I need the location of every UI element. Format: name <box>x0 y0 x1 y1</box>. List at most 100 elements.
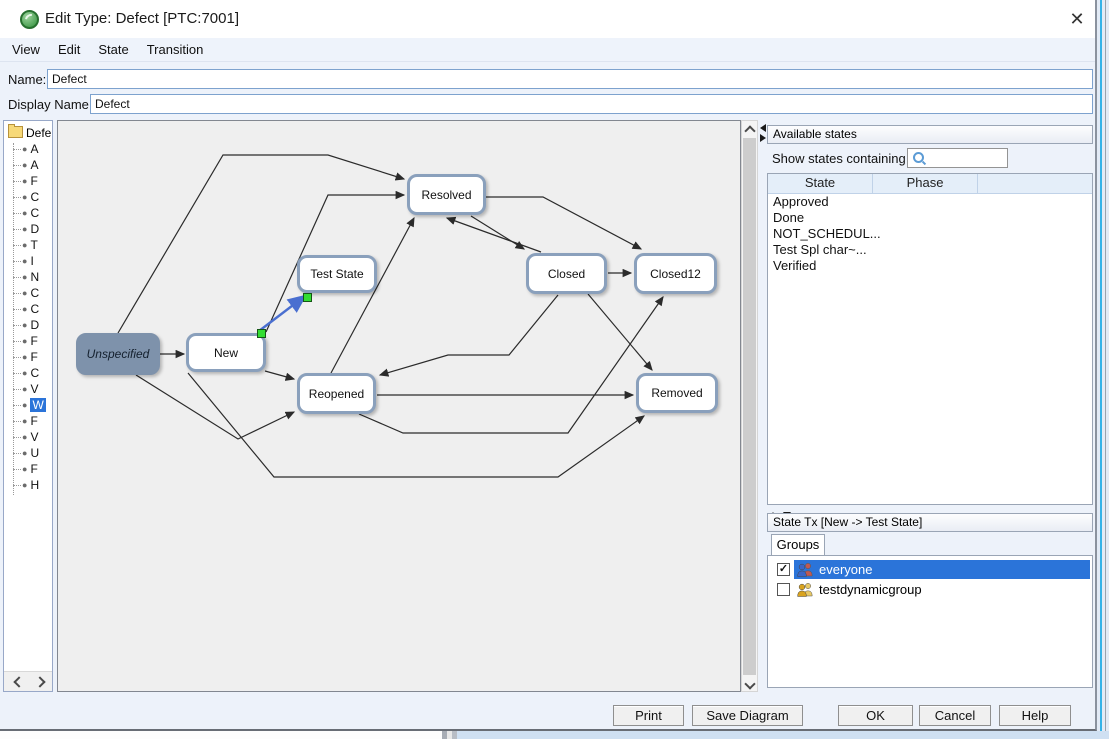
transition-new-to-test-state[interactable] <box>259 296 305 331</box>
transition-closed-to-resolved[interactable] <box>447 218 541 252</box>
menu-state[interactable]: State <box>92 38 134 61</box>
state-node-unspecified[interactable]: Unspecified <box>76 333 160 375</box>
tree-branch-line <box>13 325 21 326</box>
transition-unspecified-to-resolved[interactable] <box>118 155 404 333</box>
tree-item[interactable]: ●F <box>4 349 52 365</box>
edge-selection-handle[interactable] <box>303 293 312 302</box>
state-node-reopened[interactable]: Reopened <box>297 373 376 414</box>
tree-item-label: C <box>30 286 39 300</box>
group-entry[interactable]: everyone <box>794 560 1090 579</box>
state-node-closed12[interactable]: Closed12 <box>634 253 717 294</box>
tree-item[interactable]: ●T <box>4 237 52 253</box>
group-row[interactable]: testdynamicgroup <box>770 580 1090 599</box>
state-node-resolved[interactable]: Resolved <box>407 174 486 215</box>
tree-item[interactable]: ●F <box>4 173 52 189</box>
tree-item-label: T <box>30 238 37 252</box>
tab-groups[interactable]: Groups <box>771 534 825 556</box>
transition-unspecified-to-reopened[interactable] <box>136 375 294 439</box>
column-header-state[interactable]: State <box>768 174 873 193</box>
group-name: testdynamicgroup <box>819 582 922 597</box>
tree-item[interactable]: ●F <box>4 413 52 429</box>
state-node-removed[interactable]: Removed <box>636 373 718 413</box>
tree-item-label: W <box>30 398 45 412</box>
tree-item[interactable]: ●N <box>4 269 52 285</box>
tree-item[interactable]: ●C <box>4 285 52 301</box>
state-row[interactable]: Verified <box>768 258 1092 274</box>
menu-edit[interactable]: Edit <box>52 38 86 61</box>
available-states-header: Available states <box>767 125 1093 144</box>
transition-reopened-to-resolved[interactable] <box>331 218 414 373</box>
canvas-vertical-scrollbar[interactable] <box>741 120 758 692</box>
group-checkbox[interactable] <box>777 583 790 596</box>
tree-item[interactable]: ●A <box>4 141 52 157</box>
group-row[interactable]: ✓ everyone <box>770 560 1090 579</box>
collapse-left-icon[interactable] <box>760 124 766 132</box>
collapse-right-icon[interactable] <box>760 134 766 142</box>
tree-list: ●A●A●F●C●C●D●T●I●N●C●C●D●F●F●C●V●W●F●V●U… <box>4 141 52 493</box>
transition-resolved-to-closed[interactable] <box>471 216 524 249</box>
state-node-test-state[interactable]: Test State <box>297 255 377 293</box>
ok-button[interactable]: OK <box>838 705 913 726</box>
available-states-table[interactable]: StatePhase ApprovedDoneNOT_SCHEDUL...Tes… <box>767 173 1093 505</box>
tree-item[interactable]: ●A <box>4 157 52 173</box>
tree-branch-line <box>13 437 21 438</box>
workflow-diagram-canvas[interactable]: Unspecified New Test State Resolved Closed Cl… <box>57 120 741 692</box>
help-button[interactable]: Help <box>999 705 1071 726</box>
cancel-button[interactable]: Cancel <box>919 705 991 726</box>
state-dot-icon: ● <box>22 368 27 378</box>
scroll-up-icon[interactable] <box>742 121 757 137</box>
scroll-right-icon[interactable] <box>34 676 45 687</box>
scroll-left-icon[interactable] <box>13 676 24 687</box>
tree-item[interactable]: ●H <box>4 477 52 493</box>
transition-new-to-reopened[interactable] <box>265 371 294 379</box>
tree-item[interactable]: ●V <box>4 429 52 445</box>
tree-horizontal-scrollbar[interactable] <box>4 671 52 691</box>
state-search-input[interactable] <box>907 148 1008 168</box>
close-icon[interactable]: ✕ <box>1064 6 1090 32</box>
tree-item[interactable]: ●C <box>4 189 52 205</box>
state-dot-icon: ● <box>22 240 27 250</box>
state-row[interactable]: NOT_SCHEDUL... <box>768 226 1092 242</box>
tree-item[interactable]: ●F <box>4 461 52 477</box>
tree-item[interactable]: ●W <box>4 397 52 413</box>
display-name-input[interactable] <box>90 94 1093 114</box>
tree-root-node[interactable]: Defe <box>8 126 51 140</box>
name-input[interactable] <box>47 69 1093 89</box>
tree-item[interactable]: ●U <box>4 445 52 461</box>
tree-branch-line <box>13 181 21 182</box>
scroll-down-icon[interactable] <box>742 675 757 691</box>
state-dot-icon: ● <box>22 400 27 410</box>
background-window-edge <box>0 731 442 739</box>
menu-view[interactable]: View <box>6 38 46 61</box>
state-row[interactable]: Approved <box>768 194 1092 210</box>
group-people-gold-icon <box>797 582 814 597</box>
tree-branch-line <box>13 197 21 198</box>
column-header-phase[interactable]: Phase <box>873 174 978 193</box>
print-button[interactable]: Print <box>613 705 684 726</box>
transition-resolved-to-closed12[interactable] <box>486 197 641 249</box>
tree-item[interactable]: ●I <box>4 253 52 269</box>
group-entry[interactable]: testdynamicgroup <box>794 580 1090 599</box>
tree-item[interactable]: ●C <box>4 205 52 221</box>
state-dot-icon: ● <box>22 304 27 314</box>
group-checkbox[interactable]: ✓ <box>777 563 790 576</box>
state-dot-icon: ● <box>22 448 27 458</box>
tree-item[interactable]: ●D <box>4 317 52 333</box>
transition-new-to-removed[interactable] <box>188 373 644 477</box>
tree-item[interactable]: ●D <box>4 221 52 237</box>
scrollbar-thumb[interactable] <box>743 138 756 675</box>
group-name: everyone <box>819 562 872 577</box>
edge-selection-handle[interactable] <box>257 329 266 338</box>
menu-transition[interactable]: Transition <box>141 38 210 61</box>
state-node-closed[interactable]: Closed <box>526 253 607 294</box>
tree-item[interactable]: ●C <box>4 301 52 317</box>
tree-item[interactable]: ●C <box>4 365 52 381</box>
save-diagram-button[interactable]: Save Diagram <box>692 705 803 726</box>
state-row[interactable]: Test Spl char~... <box>768 242 1092 258</box>
transition-reopened-to-closed12[interactable] <box>359 297 663 433</box>
state-row[interactable]: Done <box>768 210 1092 226</box>
tree-item[interactable]: ●F <box>4 333 52 349</box>
state-node-new[interactable]: New <box>186 333 266 372</box>
transition-closed-to-reopened[interactable] <box>380 295 558 375</box>
tree-item[interactable]: ●V <box>4 381 52 397</box>
